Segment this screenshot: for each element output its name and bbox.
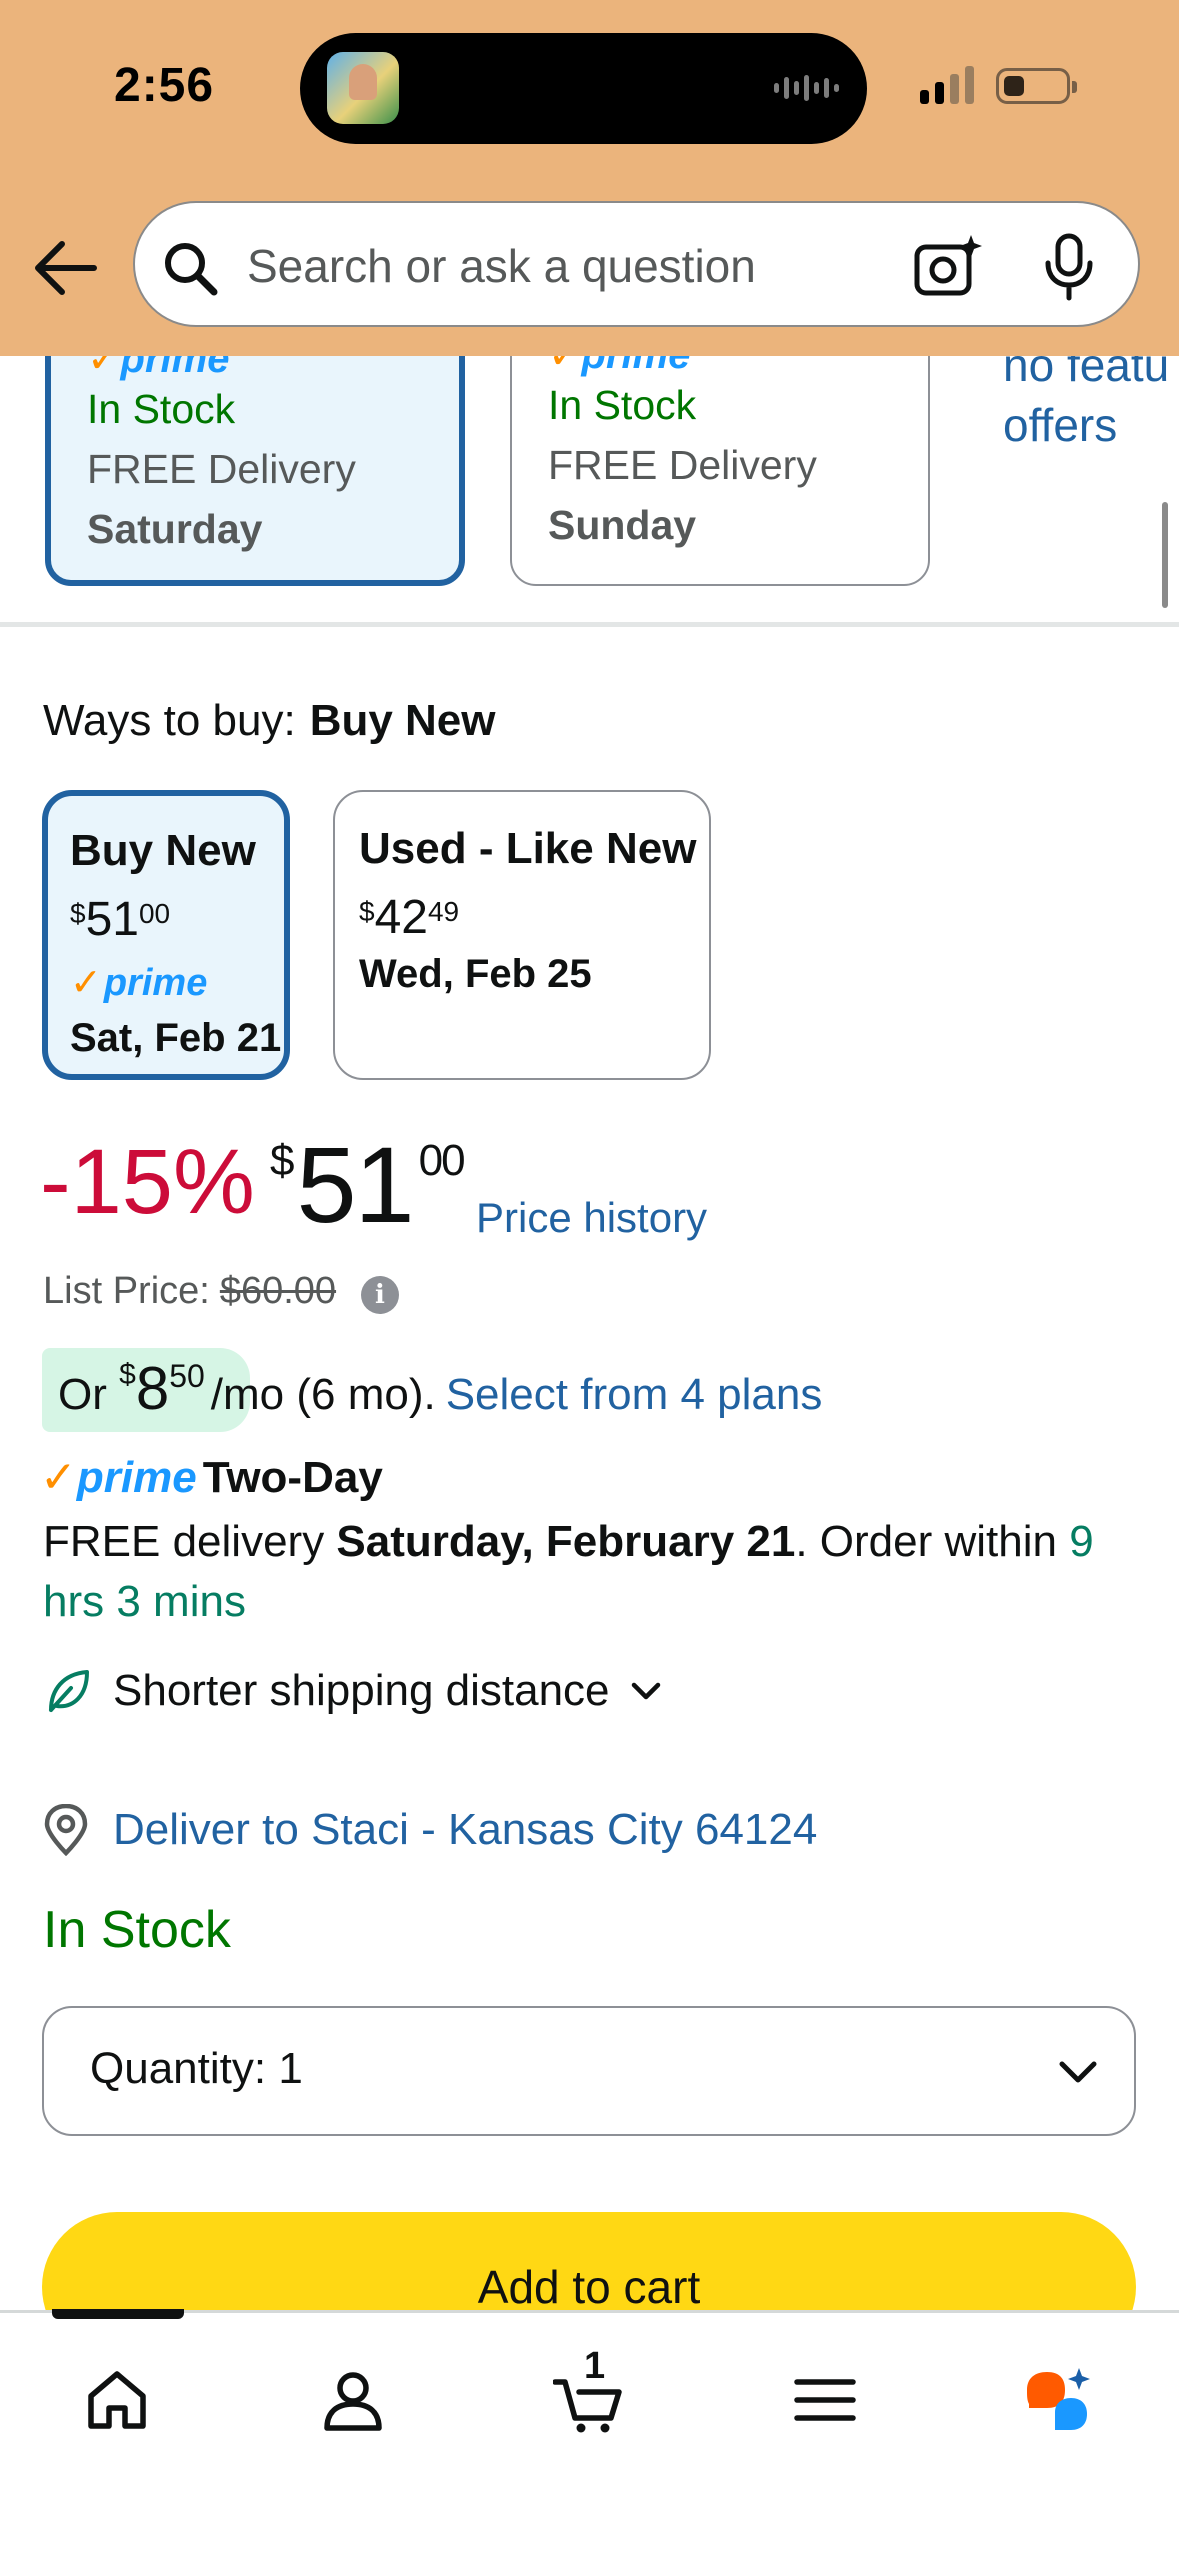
buy-option-price: $4249 xyxy=(359,891,460,944)
chevron-down-icon xyxy=(1059,2061,1097,2083)
stock-status: In Stock xyxy=(43,1901,231,1959)
option-delivery-text: FREE Delivery xyxy=(87,446,356,492)
quantity-value: 1 xyxy=(278,2044,303,2093)
installment-offer: Or $850/mo (6 mo). Select from 4 plans xyxy=(58,1355,823,1422)
buy-option-price: $5100 xyxy=(70,893,171,946)
no-featured-line2: offers xyxy=(1003,399,1118,451)
search-input[interactable] xyxy=(247,231,887,301)
tab-cart[interactable]: 1 xyxy=(544,2345,634,2445)
back-button[interactable] xyxy=(34,238,98,298)
active-tab-indicator xyxy=(52,2309,184,2319)
info-icon[interactable]: i xyxy=(361,1276,399,1314)
ways-to-buy-label: Ways to buy: xyxy=(43,696,296,745)
quantity-select[interactable]: Quantity: 1 xyxy=(42,2006,1136,2136)
deliver-to-link[interactable]: Deliver to Staci - Kansas City 64124 xyxy=(43,1804,817,1856)
home-icon xyxy=(88,2371,146,2429)
deliver-to-label: Deliver to Staci - Kansas City 64124 xyxy=(113,1805,818,1854)
status-time: 2:56 xyxy=(114,59,215,112)
list-price: List Price: $60.00 xyxy=(43,1270,337,1312)
tab-account[interactable] xyxy=(308,2355,398,2445)
shorter-shipping-toggle[interactable]: Shorter shipping distance xyxy=(43,1666,664,1716)
prime-logo: ✓prime xyxy=(40,1453,197,1502)
option-delivery-day: Sunday xyxy=(548,502,697,548)
leaf-icon xyxy=(49,1670,89,1712)
cellular-signal-icon xyxy=(920,66,974,104)
battery-icon xyxy=(996,68,1077,104)
cart-count-badge: 1 xyxy=(584,2345,606,2387)
chevron-down-icon xyxy=(631,1682,660,1700)
delivery-estimate: FREE delivery Saturday, February 21. Ord… xyxy=(43,1517,1094,1626)
app-header: 2:56 xyxy=(0,0,1179,356)
buy-option-date: Sat, Feb 21 xyxy=(70,1016,282,1060)
price-history-link[interactable]: Price history xyxy=(476,1194,707,1242)
microphone-icon[interactable] xyxy=(1043,233,1095,301)
bottom-tab-bar: 1 xyxy=(0,2309,1179,2556)
buy-option-date: Wed, Feb 25 xyxy=(359,952,592,996)
tab-home[interactable] xyxy=(72,2355,162,2445)
now-playing-app-icon[interactable] xyxy=(327,52,399,124)
current-price: $51 00 xyxy=(270,1124,466,1245)
buy-option-title: Buy New xyxy=(70,826,256,875)
buy-option-new[interactable]: Buy New $5100 ✓prime Sat, Feb 21 xyxy=(42,790,290,1080)
option-stock-status: In Stock xyxy=(87,386,236,432)
quantity-label: Quantity: 1 xyxy=(90,2044,303,2093)
prime-badge: ✓prime xyxy=(70,962,208,1004)
option-delivery-day: Saturday xyxy=(87,506,263,552)
search-icon xyxy=(165,243,218,296)
select-plans-link[interactable]: Select from 4 plans xyxy=(446,1370,823,1419)
shorter-shipping-label: Shorter shipping distance xyxy=(113,1666,610,1715)
tab-menu[interactable] xyxy=(780,2355,870,2445)
prime-two-day-badge: ✓prime Two-Day xyxy=(40,1453,383,1502)
location-pin-icon xyxy=(44,1804,88,1856)
menu-icon xyxy=(794,2379,856,2421)
back-arrow-icon xyxy=(35,241,97,295)
tab-rufus[interactable] xyxy=(1012,2355,1102,2445)
option-stock-status: In Stock xyxy=(548,382,697,428)
dynamic-island xyxy=(300,33,867,144)
account-icon xyxy=(324,2372,382,2431)
search-bar[interactable] xyxy=(133,201,1140,327)
discount-percent: -15% xyxy=(40,1131,255,1233)
buy-option-title: Used - Like New xyxy=(359,824,697,873)
ways-to-buy-heading: Ways to buy: Buy New xyxy=(43,696,496,746)
ways-to-buy-selected: Buy New xyxy=(309,696,496,745)
buy-option-used-like-new[interactable]: Used - Like New $4249 Wed, Feb 25 xyxy=(333,790,711,1080)
option-delivery-text: FREE Delivery xyxy=(548,442,817,488)
audio-waveform-icon xyxy=(774,73,839,103)
horizontal-scroll-indicator xyxy=(1162,502,1168,608)
rufus-icon xyxy=(1027,2368,1090,2430)
camera-search-icon[interactable] xyxy=(913,233,983,299)
section-divider xyxy=(0,622,1179,627)
